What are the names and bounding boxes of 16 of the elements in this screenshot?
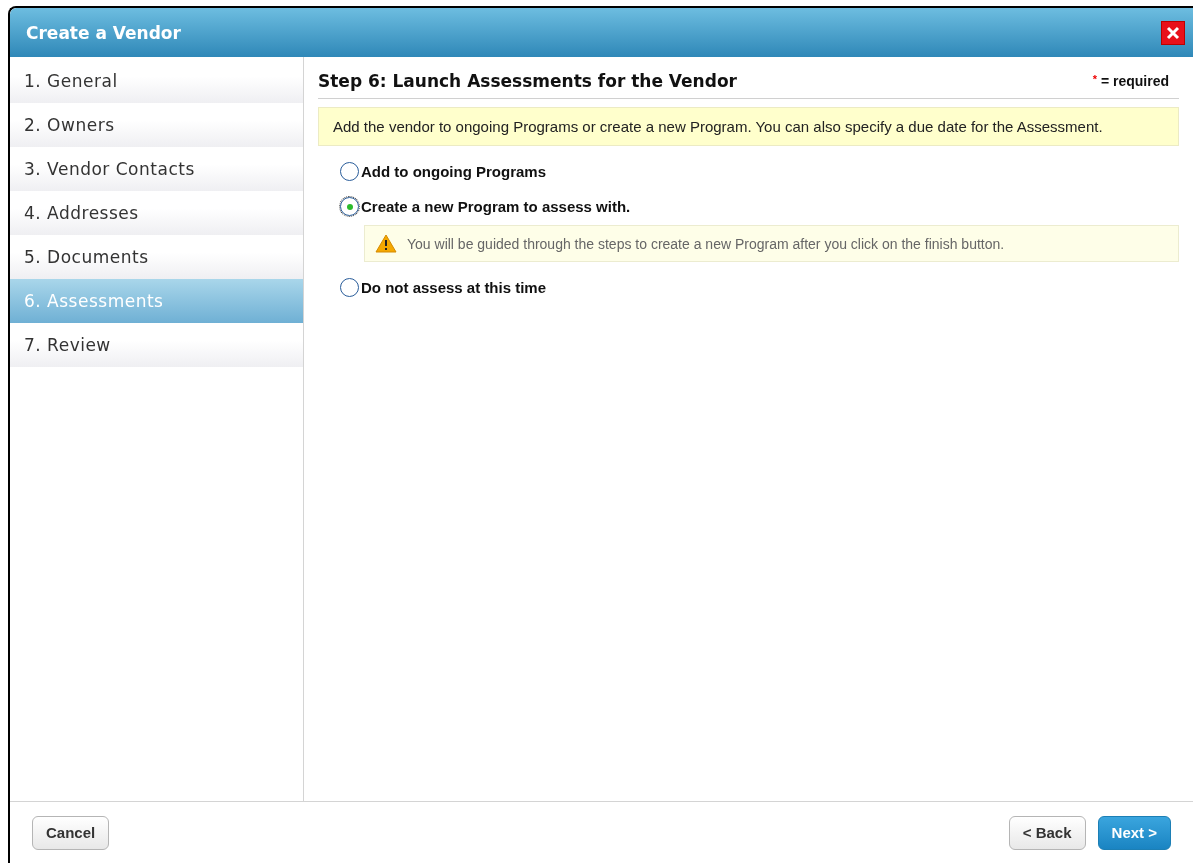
step-heading: Step 6: Launch Assessments for the Vendor bbox=[318, 71, 737, 91]
radio-button[interactable] bbox=[340, 197, 359, 216]
close-button[interactable] bbox=[1161, 20, 1185, 45]
note-text: You will be guided through the steps to create a new Program after you click on the finish button. bbox=[407, 235, 1005, 252]
option-label[interactable]: Do not assess at this time bbox=[361, 279, 547, 296]
warning-icon bbox=[375, 234, 397, 253]
cancel-button[interactable]: Cancel bbox=[32, 815, 110, 850]
required-legend: * = required bbox=[1092, 73, 1179, 89]
back-button[interactable]: < Back bbox=[1008, 815, 1086, 850]
option-label[interactable]: Create a new Program to assess with. bbox=[361, 198, 631, 215]
option-label[interactable]: Add to ongoing Programs bbox=[361, 163, 546, 180]
radio-button[interactable] bbox=[340, 162, 359, 181]
info-message: Add the vendor to ongoing Programs or create a new Program. You can also specify a due date for the Assessment. bbox=[318, 107, 1179, 146]
radio-button[interactable] bbox=[340, 278, 359, 297]
close-icon bbox=[1166, 25, 1180, 40]
window-title: Create a Vendor bbox=[26, 22, 181, 43]
